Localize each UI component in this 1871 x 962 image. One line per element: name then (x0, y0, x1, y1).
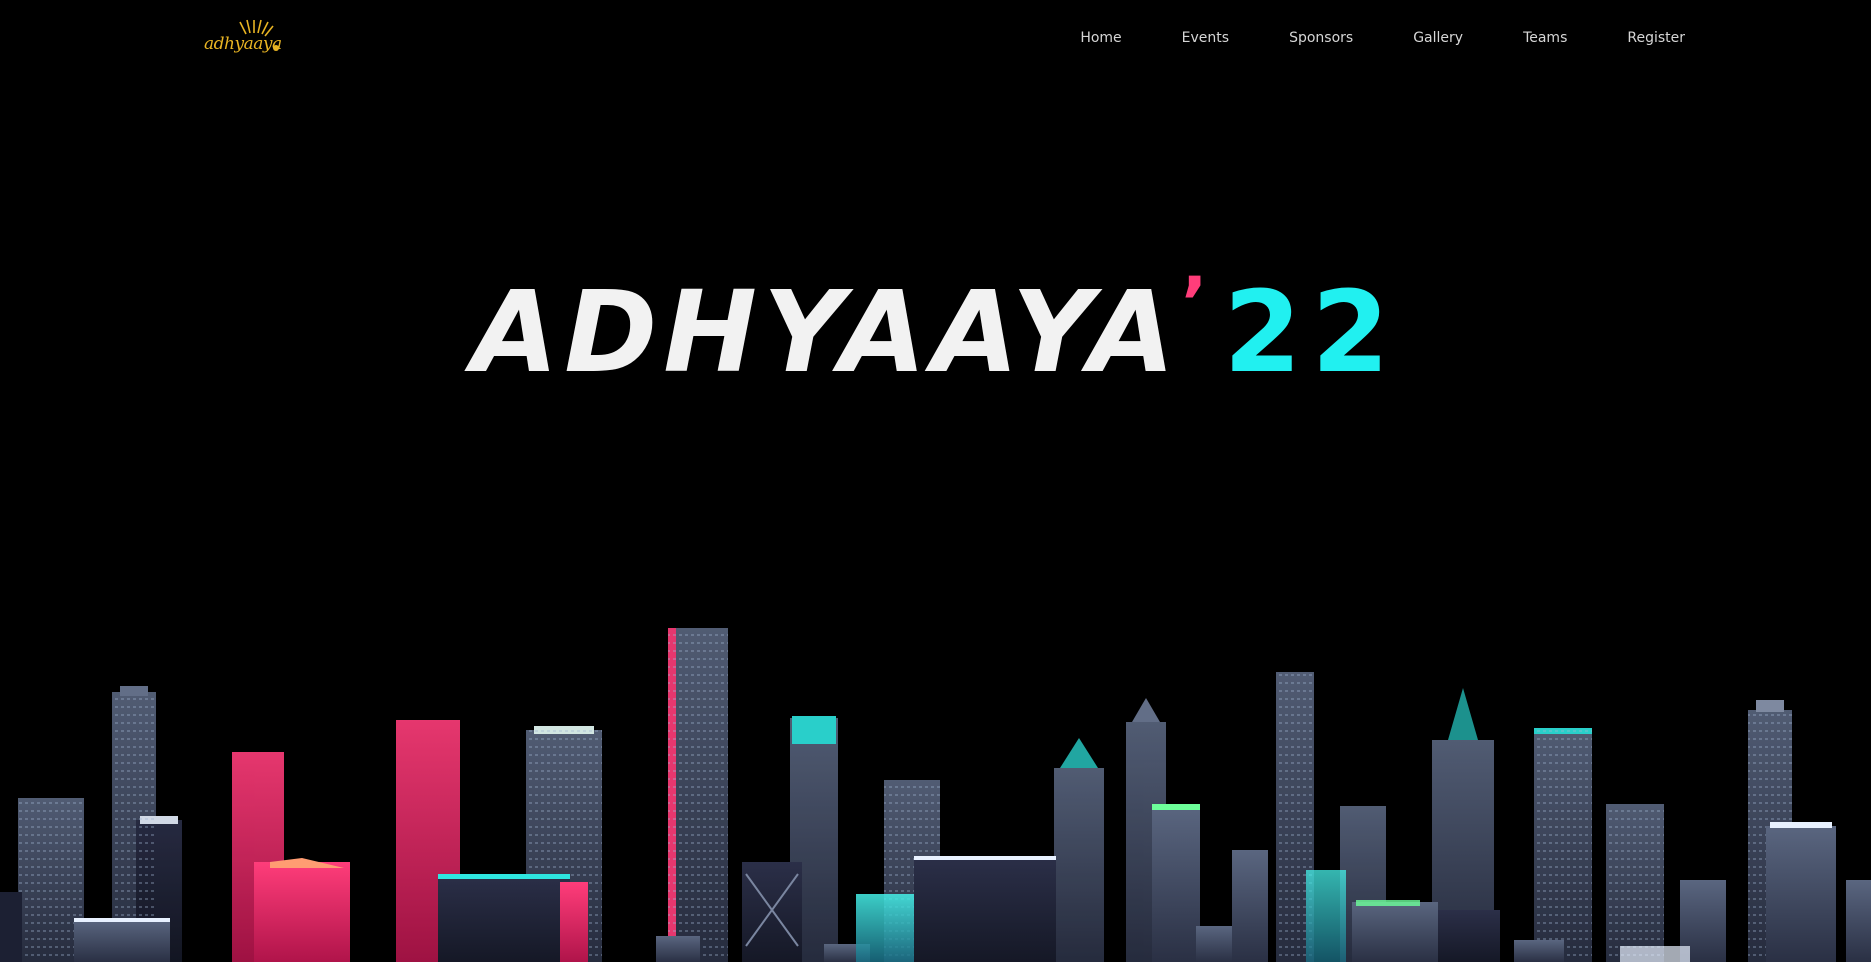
nav-link-events[interactable]: Events (1182, 30, 1229, 46)
nav-link-home[interactable]: Home (1080, 30, 1121, 46)
logo-text: adhyaaya (204, 34, 282, 54)
hero-apostrophe: ’ (1180, 262, 1214, 344)
page: adhyaaya Home Events Sponsors Gallery Te… (0, 0, 1871, 962)
nav-link-sponsors[interactable]: Sponsors (1289, 30, 1353, 46)
nav-link-gallery[interactable]: Gallery (1413, 30, 1463, 46)
site-logo[interactable]: adhyaaya (204, 18, 284, 66)
city-skyline-illustration (0, 628, 1871, 962)
hero-year: 22 (1223, 268, 1400, 398)
main-nav: Home Events Sponsors Gallery Teams Regis… (1080, 30, 1685, 46)
nav-link-register[interactable]: Register (1627, 30, 1685, 46)
hero-title: ADHYAAYA’22 (472, 268, 1400, 389)
nav-link-teams[interactable]: Teams (1523, 30, 1567, 46)
hero-name: ADHYAAYA (471, 268, 1181, 398)
hero: ADHYAAYA’22 (0, 268, 1871, 389)
